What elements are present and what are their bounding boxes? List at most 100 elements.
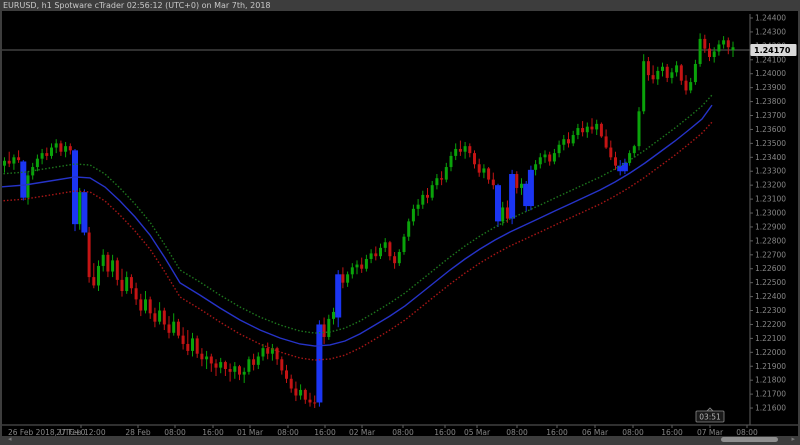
time-axis-label: 08:00 xyxy=(277,428,299,436)
price-axis-label: 1.24000 xyxy=(755,69,786,78)
candle xyxy=(599,123,603,137)
candle xyxy=(383,242,387,248)
candle xyxy=(191,338,194,351)
candle xyxy=(26,175,30,198)
candle xyxy=(411,208,415,222)
candle xyxy=(585,126,589,133)
candle xyxy=(407,221,411,237)
price-axis-label: 1.23400 xyxy=(755,153,786,162)
candle xyxy=(50,147,53,156)
candle xyxy=(289,378,293,389)
time-axis-label: 08:00 xyxy=(736,428,758,436)
candle xyxy=(242,371,246,375)
price-axis-label: 1.21700 xyxy=(755,390,786,399)
candle xyxy=(444,167,448,180)
price-axis-label: 1.23300 xyxy=(755,167,786,176)
price-axis-label: 1.23100 xyxy=(755,195,786,204)
candle xyxy=(81,192,88,233)
price-axis-label: 1.22100 xyxy=(755,334,786,343)
candle xyxy=(538,157,542,165)
candle xyxy=(172,321,176,333)
candle xyxy=(722,40,726,45)
candle xyxy=(595,123,599,130)
candle xyxy=(134,288,138,300)
candle xyxy=(656,70,660,80)
candle xyxy=(125,277,129,292)
candle xyxy=(54,143,58,148)
candle xyxy=(712,51,716,58)
price-axis-label: 1.24300 xyxy=(755,27,786,36)
candle xyxy=(661,66,664,71)
candle xyxy=(162,310,166,325)
candle xyxy=(693,63,697,83)
candle xyxy=(219,362,223,368)
candle xyxy=(68,146,72,151)
candle xyxy=(454,148,458,156)
candle xyxy=(40,153,44,159)
candle xyxy=(369,253,373,259)
candle xyxy=(416,204,420,209)
candle xyxy=(628,153,632,163)
candle xyxy=(487,168,491,180)
price-axis-label: 1.21600 xyxy=(755,404,786,413)
time-axis-label: 16:00 xyxy=(314,428,336,436)
candle xyxy=(322,324,326,337)
bar-countdown-notch xyxy=(706,407,714,412)
candle xyxy=(477,164,481,173)
candle xyxy=(247,359,251,372)
title-bar: EURUSD, h1 Spotware cTrader 02:56:12 (UT… xyxy=(0,0,800,11)
candle xyxy=(355,264,359,268)
candle xyxy=(158,310,162,322)
time-axis-label: 06 Mar xyxy=(582,428,609,436)
candle xyxy=(527,169,534,207)
chart-scrollbar[interactable]: ◂ ▸ xyxy=(2,435,798,443)
candle xyxy=(388,242,392,257)
candle xyxy=(294,388,298,396)
candle xyxy=(449,155,453,168)
time-axis-label: 16:00 xyxy=(434,428,456,436)
candle xyxy=(101,254,105,266)
candle xyxy=(120,279,124,292)
current-price-label: 1.24170 xyxy=(754,46,791,55)
candle xyxy=(299,389,303,396)
candle xyxy=(576,128,580,136)
candle xyxy=(332,311,335,319)
candle xyxy=(520,183,523,188)
scroll-left-button[interactable]: ◂ xyxy=(8,435,12,443)
candle xyxy=(72,150,78,225)
price-chart[interactable]: 1.244001.243001.242001.241001.240001.239… xyxy=(2,11,798,436)
candle xyxy=(64,146,68,152)
candle xyxy=(364,258,368,269)
candle xyxy=(209,356,213,364)
candle xyxy=(228,369,232,372)
candle xyxy=(7,160,11,164)
candle xyxy=(12,157,16,164)
candle xyxy=(581,128,585,133)
time-axis-label: 08:00 xyxy=(164,428,186,436)
candle xyxy=(200,353,204,360)
candle xyxy=(350,267,354,275)
candle xyxy=(670,72,674,78)
candle xyxy=(316,324,323,403)
candle xyxy=(689,82,693,91)
candle xyxy=(45,153,49,156)
candle xyxy=(552,153,556,162)
price-axis-label: 1.23600 xyxy=(755,125,786,134)
candle xyxy=(482,168,486,173)
candle xyxy=(534,164,538,170)
candle xyxy=(233,366,237,372)
candle xyxy=(557,144,561,154)
candle xyxy=(360,264,364,269)
price-axis-label: 1.23700 xyxy=(755,111,786,120)
scrollbar-thumb[interactable] xyxy=(721,437,778,442)
candle xyxy=(303,389,307,400)
candle xyxy=(731,47,735,51)
candle xyxy=(665,66,669,78)
candle xyxy=(708,48,711,58)
ctrader-window: EURUSD, h1 Spotware cTrader 02:56:12 (UT… xyxy=(0,0,800,445)
time-axis-label: 08:00 xyxy=(622,428,644,436)
candle xyxy=(397,252,401,264)
candle xyxy=(458,148,462,152)
candle xyxy=(256,356,260,365)
scroll-right-button[interactable]: ▸ xyxy=(791,435,795,443)
